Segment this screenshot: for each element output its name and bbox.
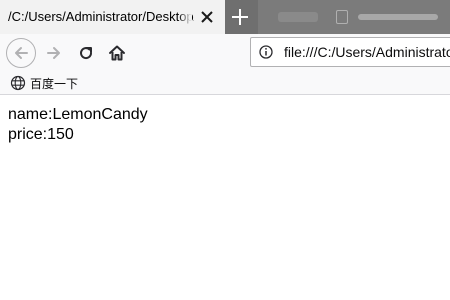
page-content: name:LemonCandy price:150 <box>8 105 148 145</box>
home-button[interactable] <box>103 39 131 67</box>
bookmark-item-baidu[interactable]: 百度一下 <box>10 74 78 92</box>
product-name-text: name:LemonCandy <box>8 106 148 123</box>
new-tab-plus-icon[interactable] <box>228 5 252 29</box>
reload-icon <box>80 47 93 60</box>
forward-button[interactable] <box>40 39 68 67</box>
close-icon[interactable] <box>198 8 216 26</box>
tab-title: /C:/Users/Administrator/Desktop/ <box>8 9 194 24</box>
arrow-left-icon <box>15 47 28 59</box>
tab-title-fade <box>178 0 192 34</box>
product-price-text: price:150 <box>8 126 74 143</box>
tab-inactive[interactable] <box>258 0 450 34</box>
tab-inactive-blurred-area <box>278 12 318 22</box>
home-icon <box>109 45 125 61</box>
tab-inactive-title-blurred <box>358 14 438 20</box>
url-text: file:///C:/Users/Administrator/Desktop/ <box>284 44 450 60</box>
arrow-right-icon <box>47 47 60 59</box>
tab-strip: /C:/Users/Administrator/Desktop/ <box>0 0 450 34</box>
back-button[interactable] <box>6 38 36 68</box>
address-bar[interactable]: file:///C:/Users/Administrator/Desktop/ <box>250 37 450 67</box>
info-icon[interactable] <box>259 45 273 59</box>
page-icon <box>336 10 348 24</box>
bookmarks-toolbar: 百度一下 <box>0 71 450 95</box>
bookmark-label: 百度一下 <box>30 76 79 91</box>
navigation-toolbar: file:///C:/Users/Administrator/Desktop/ <box>0 34 450 71</box>
reload-button[interactable] <box>72 39 100 67</box>
tab-active[interactable]: /C:/Users/Administrator/Desktop/ <box>0 0 225 34</box>
globe-icon <box>10 75 26 91</box>
